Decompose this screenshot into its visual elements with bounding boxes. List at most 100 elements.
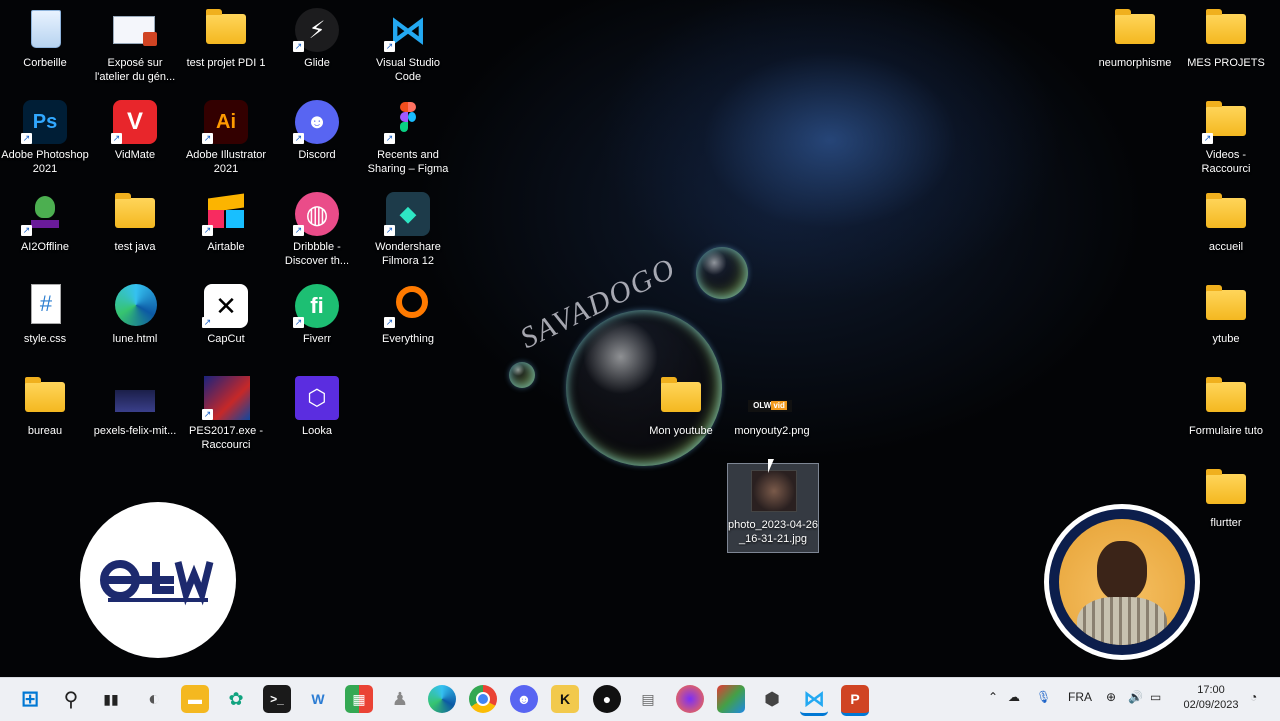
taskbar-app-terminal[interactable]: >_ (263, 685, 291, 713)
task-view-button[interactable]: ▮▮ (97, 685, 125, 713)
airtable-icon: ↗ (202, 192, 250, 238)
desktop-icon-everything[interactable]: ↗ Everything (363, 278, 453, 366)
tray-cloud-icon[interactable]: ☁ (1008, 690, 1020, 704)
folder-icon (1202, 468, 1250, 514)
start-button[interactable]: ⊞ (16, 685, 44, 713)
taskbar-app-widgets[interactable]: ◐ (140, 685, 168, 713)
taskbar-app-k[interactable]: K (551, 685, 579, 713)
desktop-icon-dribbble[interactable]: ◍ ↗ Dribbble - Discover th... (272, 186, 362, 274)
bubble-small-top (696, 247, 748, 299)
desktop-icon-vscode[interactable]: ⋈ ↗ Visual Studio Code (363, 2, 453, 90)
desktop-icon-ytube[interactable]: ytube (1181, 278, 1271, 366)
desktop-icon-photo-jpg[interactable]: photo_2023-04-26_16-31-21.jpg (727, 463, 819, 553)
taskbar: ⊞ ⚲ ▮▮ ◐ ▬ ✿ >_ W ▦ ♟ ☻ K ● ▤ ⬢ ⋈ P ⌃ ☁ … (0, 677, 1280, 721)
chatgpt-icon: ✿ (228, 688, 244, 709)
taskbar-app-powerpoint[interactable]: P (841, 685, 869, 716)
folder-icon (202, 8, 250, 54)
olw-logo-icon (100, 560, 214, 606)
desktop-icon-pexels[interactable]: pexels-felix-mit... (90, 370, 180, 458)
word-icon: W (311, 691, 325, 707)
taskbar-app-firefox[interactable] (676, 685, 704, 713)
person-photo-icon (1059, 519, 1185, 645)
taskbar-app-inkscape[interactable]: ♟ (386, 685, 414, 713)
taskbar-app-edge[interactable] (428, 685, 456, 713)
desktop-icon-filmora[interactable]: ◆ ↗ Wondershare Filmora 12 (363, 186, 453, 274)
desktop-icon-recycle-bin[interactable]: Corbeille (0, 2, 90, 90)
taskbar-app-chrome[interactable] (469, 685, 497, 713)
powerpoint-icon: P (850, 691, 860, 707)
desktop[interactable]: Corbeille Ps ↗ Adobe Photoshop 2021 ↗ AI… (0, 0, 1280, 677)
folder-icon (21, 376, 69, 422)
tray-chevron-up-icon[interactable]: ⌃ (988, 690, 998, 704)
desktop-icon-mes-projets[interactable]: MES PROJETS (1181, 2, 1271, 90)
search-button[interactable]: ⚲ (57, 685, 85, 713)
presenter-avatar (1044, 504, 1200, 660)
desktop-icon-mon-youtube[interactable]: Mon youtube (636, 370, 726, 458)
desktop-icon-accueil[interactable]: accueil (1181, 186, 1271, 274)
github-icon: ● (602, 691, 612, 707)
taskbar-app-vscode[interactable]: ⋈ (800, 685, 828, 716)
tray-battery-icon[interactable]: ▭ (1150, 690, 1161, 704)
desktop-icon-flurtter[interactable]: flurtter (1181, 462, 1271, 550)
recycle-bin-icon (21, 8, 69, 54)
image-file-icon (749, 470, 797, 516)
clock-date: 02/09/2023 (1183, 699, 1239, 711)
widgets-icon: ◐ (147, 687, 161, 710)
tray-language-indicator[interactable]: FRA (1068, 690, 1092, 704)
desktop-icon-test-projet-pdi[interactable]: test projet PDI 1 (181, 2, 271, 90)
desktop-icon-photoshop[interactable]: Ps ↗ Adobe Photoshop 2021 (0, 94, 90, 182)
task-view-icon: ▮▮ (103, 690, 119, 707)
desktop-icon-fiverr[interactable]: fi ↗ Fiverr (272, 278, 362, 366)
tray-volume-icon[interactable]: 🔊 (1128, 690, 1143, 704)
desktop-icon-neumorphisme[interactable]: neumorphisme (1090, 2, 1180, 90)
desktop-icon-monyouty2[interactable]: OLW vid monyouty2.png (727, 370, 817, 458)
desktop-icon-looka[interactable]: ⬡ Looka (272, 370, 362, 458)
taskbar-app-github[interactable]: ● (593, 685, 621, 713)
desktop-icon-capcut[interactable]: ✕ ↗ CapCut (181, 278, 271, 366)
taskbar-app-window[interactable]: ▤ (634, 685, 662, 713)
taskbar-clock[interactable]: 17:00 02/09/2023 (1178, 683, 1244, 713)
taskbar-app-package[interactable]: ⬢ (758, 685, 786, 713)
desktop-icon-bureau[interactable]: bureau (0, 370, 90, 458)
ai2offline-icon: ↗ (21, 192, 69, 238)
taskbar-app-word[interactable]: W (304, 685, 332, 713)
desktop-icon-illustrator[interactable]: Ai ↗ Adobe Illustrator 2021 (181, 94, 271, 182)
chrome-icon (476, 692, 490, 706)
terminal-icon: >_ (270, 692, 284, 706)
desktop-icon-pes2017[interactable]: ↗ PES2017.exe - Raccourci (181, 370, 271, 458)
taskbar-app-photos[interactable] (717, 685, 745, 713)
desktop-icon-ai2offline[interactable]: ↗ AI2Offline (0, 186, 90, 274)
notification-bell-icon[interactable]: ◔ (1250, 690, 1257, 704)
photoshop-icon: Ps ↗ (21, 100, 69, 146)
mouse-cursor-icon (768, 459, 774, 473)
desktop-icon-videos-raccourci[interactable]: ↗ Videos - Raccourci (1181, 94, 1271, 182)
channel-logo (80, 502, 236, 658)
desktop-icon-test-java[interactable]: test java (90, 186, 180, 274)
taskbar-app-discord[interactable]: ☻ (510, 685, 538, 713)
discord-icon: ☻ ↗ (293, 100, 341, 146)
google-apps-icon: ▦ (352, 690, 366, 707)
folder-icon (1202, 192, 1250, 238)
desktop-icon-discord[interactable]: ☻ ↗ Discord (272, 94, 362, 182)
image-file-icon (111, 376, 159, 422)
desktop-icon-vidmate[interactable]: V ↗ VidMate (90, 94, 180, 182)
illustrator-icon: Ai ↗ (202, 100, 250, 146)
fiverr-icon: fi ↗ (293, 284, 341, 330)
glide-icon: ⚡ ↗ (293, 8, 341, 54)
vidmate-icon: V ↗ (111, 100, 159, 146)
desktop-icon-figma[interactable]: ↗ Recents and Sharing – Figma (363, 94, 453, 182)
desktop-icon-expose-pptx[interactable]: Exposé sur l'atelier du gén... (90, 2, 180, 90)
taskbar-app-file-explorer[interactable]: ▬ (181, 685, 209, 713)
capcut-icon: ✕ ↗ (202, 284, 250, 330)
taskbar-app-chatgpt[interactable]: ✿ (222, 685, 250, 713)
desktop-icon-lune-html[interactable]: lune.html (90, 278, 180, 366)
tray-microphone-icon[interactable]: 🎙 (1036, 690, 1051, 704)
vscode-icon: ⋈ ↗ (384, 9, 427, 52)
desktop-icon-formulaire-tuto[interactable]: Formulaire tuto (1181, 370, 1271, 458)
desktop-icon-style-css[interactable]: # style.css (0, 278, 90, 366)
tray-network-icon[interactable]: ⊕ (1106, 690, 1116, 704)
dribbble-icon: ◍ ↗ (293, 192, 341, 238)
desktop-icon-airtable[interactable]: ↗ Airtable (181, 186, 271, 274)
taskbar-app-google-apps[interactable]: ▦ (345, 685, 373, 713)
desktop-icon-glide[interactable]: ⚡ ↗ Glide (272, 2, 362, 90)
